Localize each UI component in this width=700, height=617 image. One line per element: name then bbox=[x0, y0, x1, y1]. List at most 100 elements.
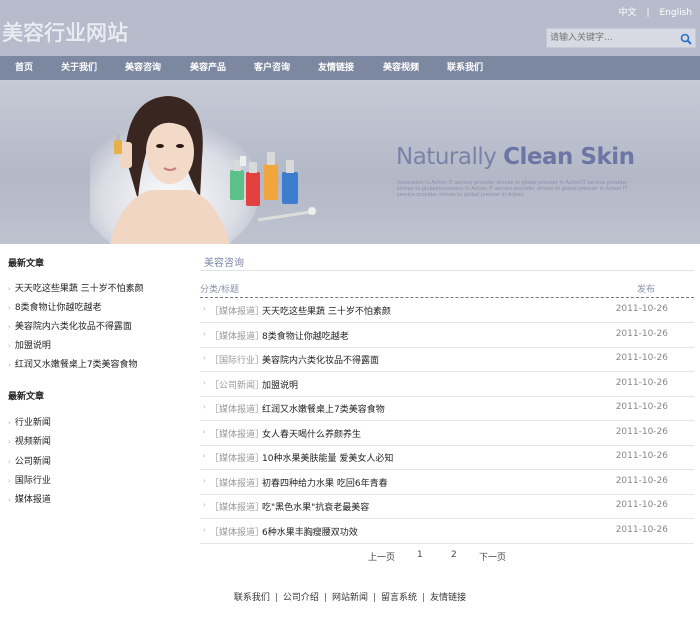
lang-english-link[interactable]: English bbox=[660, 8, 693, 18]
row-category[interactable]: ［国际行业］ bbox=[210, 353, 264, 366]
page-1-link[interactable]: 1 bbox=[417, 550, 423, 560]
bullet-icon: › bbox=[8, 285, 11, 293]
nav-item-about[interactable]: 关于我们 bbox=[61, 56, 97, 80]
header: 美容行业网站 中文 | English bbox=[0, 0, 700, 56]
table-row[interactable]: › ［媒体报道］ 10种水果美肤能量 爱美女人必知 2011-10-26 bbox=[200, 445, 694, 470]
row-title[interactable]: 天天吃这些果蔬 三十岁不怕素颜 bbox=[262, 304, 391, 317]
bullet-icon: › bbox=[8, 458, 11, 466]
page-2-link[interactable]: 2 bbox=[451, 550, 457, 560]
footer-link-about[interactable]: 公司介绍 bbox=[283, 590, 319, 603]
row-category[interactable]: ［公司新闻］ bbox=[210, 378, 264, 391]
footer-links: 联系我们 | 公司介绍 | 网站新闻 | 留言系统 | 友情链接 bbox=[0, 590, 700, 603]
row-title[interactable]: 美容院内六类化妆品不得露面 bbox=[262, 353, 379, 366]
table-row[interactable]: › ［国际行业］ 美容院内六类化妆品不得露面 2011-10-26 bbox=[200, 347, 694, 372]
row-category[interactable]: ［媒体报道］ bbox=[210, 329, 264, 342]
bullet-icon: › bbox=[8, 496, 11, 504]
footer-link-contact[interactable]: 联系我们 bbox=[234, 590, 270, 603]
bullet-icon: › bbox=[8, 342, 11, 350]
sidebar-category-item[interactable]: › 国际行业 bbox=[8, 473, 51, 486]
banner-headline: Naturally Clean Skin bbox=[396, 144, 635, 170]
footer-link-guestbook[interactable]: 留言系统 bbox=[381, 590, 417, 603]
sidebar-category-item[interactable]: › 公司新闻 bbox=[8, 454, 51, 467]
table-row[interactable]: › ［媒体报道］ 女人春天喝什么养颜养生 2011-10-26 bbox=[200, 421, 694, 446]
banner-subtitle: Innovation in Action IT service provider… bbox=[397, 180, 628, 198]
main-nav: 首页 关于我们 美容咨询 美容产品 客户咨询 友情链接 美容视频 联系我们 bbox=[0, 56, 700, 80]
row-title[interactable]: 10种水果美肤能量 爱美女人必知 bbox=[262, 451, 393, 464]
nav-item-consult[interactable]: 美容咨询 bbox=[125, 56, 161, 80]
bullet-icon: › bbox=[203, 305, 206, 313]
table-row[interactable]: › ［媒体报道］ 天天吃这些果蔬 三十岁不怕素颜 2011-10-26 bbox=[200, 298, 694, 323]
row-title[interactable]: 8类食物让你越吃越老 bbox=[262, 329, 349, 342]
bullet-icon: › bbox=[203, 526, 206, 534]
bullet-icon: › bbox=[8, 361, 11, 369]
bullet-icon: › bbox=[8, 304, 11, 312]
bullet-icon: › bbox=[8, 477, 11, 485]
search-input[interactable] bbox=[550, 31, 670, 45]
footer-separator: | bbox=[274, 593, 278, 603]
row-title[interactable]: 女人春天喝什么养颜养生 bbox=[262, 427, 361, 440]
row-title[interactable]: 吃"黑色水果"抗衰老最美容 bbox=[262, 500, 369, 513]
row-date: 2011-10-26 bbox=[615, 451, 668, 461]
sidebar-article-item[interactable]: › 美容院内六类化妆品不得露面 bbox=[8, 319, 132, 332]
column-header-date: 发布 bbox=[637, 285, 656, 295]
table-row[interactable]: › ［媒体报道］ 8类食物让你越吃越老 2011-10-26 bbox=[200, 323, 694, 348]
sidebar-article-item[interactable]: › 红润又水嫩餐桌上7类美容食物 bbox=[8, 357, 138, 370]
nav-item-client[interactable]: 客户咨询 bbox=[254, 56, 290, 80]
row-date: 2011-10-26 bbox=[615, 329, 668, 339]
row-category[interactable]: ［媒体报道］ bbox=[210, 525, 264, 538]
hero-banner: Naturally Clean Skin Innovation in Actio… bbox=[0, 80, 700, 244]
table-row[interactable]: › ［媒体报道］ 6种水果丰胸瘦腰双功效 2011-10-26 bbox=[200, 519, 694, 544]
row-category[interactable]: ［媒体报道］ bbox=[210, 476, 264, 489]
nav-item-home[interactable]: 首页 bbox=[15, 56, 33, 80]
search-icon[interactable] bbox=[679, 31, 693, 45]
sidebar-latest-title: 最新文章 bbox=[8, 259, 45, 269]
row-date: 2011-10-26 bbox=[615, 476, 668, 486]
nav-item-video[interactable]: 美容视频 bbox=[383, 56, 419, 80]
row-category[interactable]: ［媒体报道］ bbox=[210, 402, 264, 415]
bullet-icon: › bbox=[8, 419, 11, 427]
bullet-icon: › bbox=[8, 323, 11, 331]
bullet-icon: › bbox=[203, 452, 206, 460]
row-date: 2011-10-26 bbox=[615, 304, 668, 314]
sidebar-article-item[interactable]: › 天天吃这些果蔬 三十岁不怕素颜 bbox=[8, 281, 144, 294]
row-category[interactable]: ［媒体报道］ bbox=[210, 427, 264, 440]
row-title[interactable]: 初春四种给力水果 吃回6年青春 bbox=[262, 476, 388, 489]
row-title[interactable]: 加盟说明 bbox=[262, 378, 298, 391]
nav-item-products[interactable]: 美容产品 bbox=[190, 56, 226, 80]
prev-page-link[interactable]: 上一页 bbox=[368, 550, 395, 563]
table-row[interactable]: › ［公司新闻］ 加盟说明 2011-10-26 bbox=[200, 372, 694, 397]
row-date: 2011-10-26 bbox=[615, 353, 668, 363]
row-date: 2011-10-26 bbox=[615, 378, 668, 388]
sidebar-category-title: 最新文章 bbox=[8, 392, 45, 402]
row-date: 2011-10-26 bbox=[615, 402, 668, 412]
row-category[interactable]: ［媒体报道］ bbox=[210, 304, 264, 317]
row-title[interactable]: 6种水果丰胸瘦腰双功效 bbox=[262, 525, 358, 538]
row-category[interactable]: ［媒体报道］ bbox=[210, 500, 264, 513]
lang-chinese-link[interactable]: 中文 bbox=[618, 5, 636, 18]
next-page-link[interactable]: 下一页 bbox=[479, 550, 506, 563]
footer-link-friends[interactable]: 友情链接 bbox=[430, 590, 466, 603]
banner-model-image bbox=[90, 96, 316, 244]
row-category[interactable]: ［媒体报道］ bbox=[210, 451, 264, 464]
nav-item-contact[interactable]: 联系我们 bbox=[447, 56, 483, 80]
sidebar-category-item[interactable]: › 视频新闻 bbox=[8, 434, 51, 447]
row-date: 2011-10-26 bbox=[615, 427, 668, 437]
table-row[interactable]: › ［媒体报道］ 吃"黑色水果"抗衰老最美容 2011-10-26 bbox=[200, 494, 694, 519]
sidebar-article-item[interactable]: › 加盟说明 bbox=[8, 338, 51, 351]
nav-item-links[interactable]: 友情链接 bbox=[318, 56, 354, 80]
table-row[interactable]: › ［媒体报道］ 初春四种给力水果 吃回6年青春 2011-10-26 bbox=[200, 470, 694, 495]
bullet-icon: › bbox=[203, 330, 206, 338]
section-title: 美容咨询 bbox=[204, 258, 244, 269]
column-header-category: 分类/标题 bbox=[200, 285, 240, 295]
sidebar-article-item[interactable]: › 8类食物让你越吃越老 bbox=[8, 300, 102, 313]
sidebar-category-item[interactable]: › 行业新闻 bbox=[8, 415, 51, 428]
footer-link-news[interactable]: 网站新闻 bbox=[332, 590, 368, 603]
bullet-icon: › bbox=[203, 354, 206, 362]
row-title[interactable]: 红润又水嫩餐桌上7类美容食物 bbox=[262, 402, 385, 415]
divider bbox=[200, 270, 694, 271]
bullet-icon: › bbox=[203, 403, 206, 411]
table-row[interactable]: › ［媒体报道］ 红润又水嫩餐桌上7类美容食物 2011-10-26 bbox=[200, 396, 694, 421]
sidebar-category-item[interactable]: › 媒体报道 bbox=[8, 492, 51, 505]
footer-separator: | bbox=[323, 593, 327, 603]
site-logo[interactable]: 美容行业网站 bbox=[2, 17, 128, 47]
